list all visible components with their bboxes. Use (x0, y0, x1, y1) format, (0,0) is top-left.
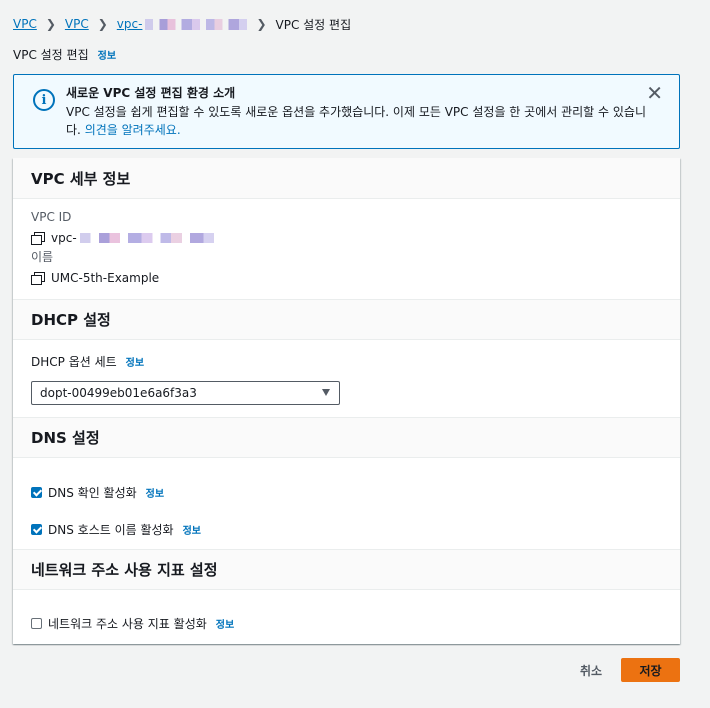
dns-resolution-checkbox[interactable] (31, 487, 42, 498)
breadcrumb-link-vpc-list[interactable]: VPC (65, 17, 89, 31)
network-metrics-checkbox[interactable] (31, 618, 42, 629)
redacted-id (145, 19, 248, 30)
dhcp-option-selected: dopt-00499eb01e6a6f3a3 (40, 386, 197, 400)
dns-hostnames-info-link[interactable]: 정보 (183, 522, 201, 537)
breadcrumb-link-vpc[interactable]: VPC (13, 17, 37, 31)
flash-title: 새로운 VPC 설정 편집 환경 소개 (66, 86, 236, 100)
page-title-row: VPC 설정 편집 정보 (13, 46, 116, 63)
dns-resolution-row: DNS 확인 활성화 정보 (31, 484, 164, 501)
flash-body: VPC 설정을 쉽게 편집할 수 있도록 새로운 옵션을 추가했습니다. 이제 … (66, 103, 646, 139)
dns-resolution-label: DNS 확인 활성화 (48, 486, 137, 500)
vpc-id-value-row: vpc- (31, 231, 214, 245)
name-value: UMC-5th-Example (51, 271, 160, 285)
dhcp-option-label-row: DHCP 옵션 세트 정보 (31, 353, 144, 370)
breadcrumb-vpc-id-prefix: vpc- (116, 17, 143, 31)
dns-hostnames-row: DNS 호스트 이름 활성화 정보 (31, 521, 201, 538)
copy-icon[interactable] (31, 272, 45, 285)
dhcp-option-select[interactable]: dopt-00499eb01e6a6f3a3 (31, 381, 340, 405)
save-button[interactable]: 저장 (621, 658, 680, 682)
name-label: 이름 (31, 250, 54, 264)
breadcrumb: VPC ❯ VPC ❯ vpc- ❯ VPC 설정 편집 (13, 16, 351, 32)
copy-icon[interactable] (31, 232, 45, 245)
vpc-id-label: VPC ID (31, 210, 72, 224)
breadcrumb-link-vpc-id[interactable]: vpc- (117, 17, 248, 31)
chevron-right-icon: ❯ (45, 17, 56, 31)
redacted-id (79, 233, 214, 243)
caret-down-icon (322, 389, 330, 396)
page-title: VPC 설정 편집 (13, 48, 89, 62)
section-heading-dns: DNS 설정 (13, 417, 680, 458)
feedback-link[interactable]: 의견을 알려주세요. (85, 123, 181, 137)
network-metrics-info-link[interactable]: 정보 (216, 616, 234, 631)
section-heading-vpc-details: VPC 세부 정보 (13, 158, 680, 199)
info-flash: i 새로운 VPC 설정 편집 환경 소개 VPC 설정을 쉽게 편집할 수 있… (13, 74, 680, 149)
network-metrics-row: 네트워크 주소 사용 지표 활성화 정보 (31, 615, 234, 632)
network-metrics-label: 네트워크 주소 사용 지표 활성화 (48, 617, 207, 631)
chevron-right-icon: ❯ (256, 17, 267, 31)
section-heading-network-metrics: 네트워크 주소 사용 지표 설정 (13, 549, 680, 590)
dns-resolution-info-link[interactable]: 정보 (146, 485, 164, 500)
chevron-right-icon: ❯ (97, 17, 108, 31)
dns-hostnames-checkbox[interactable] (31, 524, 42, 535)
vpc-id-value: vpc- (51, 231, 77, 245)
settings-panel: VPC 세부 정보 VPC ID vpc- 이름 UMC-5th-Example… (13, 158, 680, 644)
cancel-button[interactable]: 취소 (580, 662, 602, 679)
page-info-link[interactable]: 정보 (98, 47, 116, 62)
dhcp-option-label: DHCP 옵션 세트 (31, 355, 117, 369)
dns-hostnames-label: DNS 호스트 이름 활성화 (48, 523, 174, 537)
breadcrumb-current: VPC 설정 편집 (275, 17, 352, 32)
name-value-row: UMC-5th-Example (31, 271, 159, 285)
dhcp-info-link[interactable]: 정보 (126, 354, 144, 369)
close-icon[interactable]: ✕ (646, 83, 663, 103)
info-icon: i (33, 89, 55, 111)
section-heading-dhcp: DHCP 설정 (13, 299, 680, 340)
